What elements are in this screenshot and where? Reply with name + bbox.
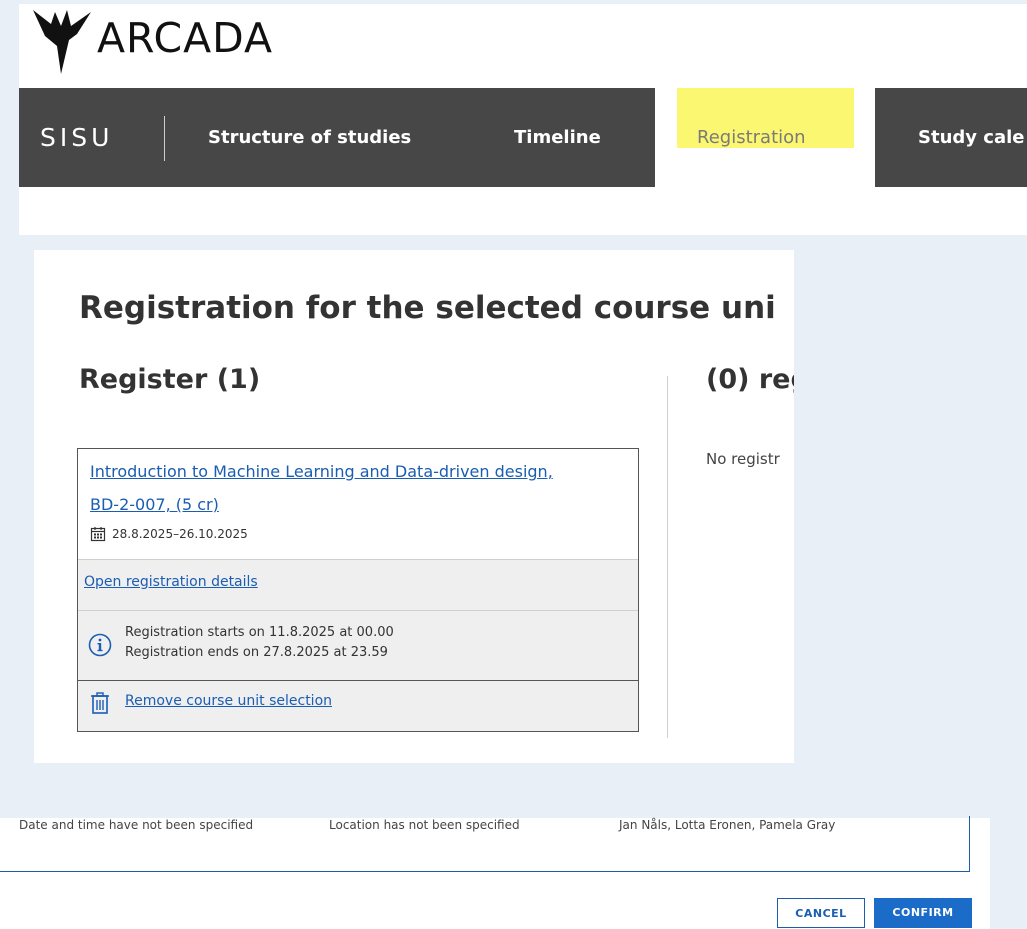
app-name[interactable]: SISU: [40, 88, 113, 187]
registration-details-section: Open registration details: [78, 559, 638, 611]
nav-timeline[interactable]: Timeline: [514, 88, 601, 187]
course-dates: 28.8.2025–26.10.2025: [90, 526, 248, 542]
no-registrations-text: No registr: [706, 450, 780, 468]
trash-icon: [91, 692, 109, 714]
course-dates-text: 28.8.2025–26.10.2025: [112, 527, 248, 541]
nav-registration-label: Registration: [697, 127, 806, 148]
registration-starts-text: Registration starts on 11.8.2025 at 00.0…: [125, 625, 394, 640]
bottom-panel: Date and time have not been specified Lo…: [0, 816, 990, 929]
remove-section: Remove course unit selection: [78, 681, 638, 731]
arcada-bird-icon: [33, 10, 91, 74]
page-title: Registration for the selected course uni: [79, 290, 776, 326]
confirm-button[interactable]: CONFIRM: [874, 898, 972, 928]
open-registration-details-link[interactable]: Open registration details: [84, 574, 258, 590]
course-name-line1: Introduction to Machine Learning and Dat…: [90, 462, 553, 481]
header-panel: ARCADA SISU Structure of studies Timelin…: [19, 4, 1027, 235]
registration-ends-text: Registration ends on 27.8.2025 at 23.59: [125, 645, 388, 660]
location-text: Location has not been specified: [329, 818, 520, 832]
logo-text: ARCADA: [97, 14, 274, 62]
date-time-text: Date and time have not been specified: [19, 818, 254, 832]
calendar-icon: [90, 527, 106, 542]
course-card: Introduction to Machine Learning and Dat…: [77, 448, 639, 732]
arcada-logo[interactable]: ARCADA: [31, 6, 273, 78]
registrations-heading: (0) reg: [706, 364, 794, 395]
registration-period-section: Registration starts on 11.8.2025 at 00.0…: [78, 611, 638, 681]
cancel-button[interactable]: CANCEL: [777, 898, 865, 928]
course-name-link[interactable]: Introduction to Machine Learning and Dat…: [90, 455, 630, 521]
nav-study-calendar[interactable]: Study cale: [918, 88, 1024, 187]
column-divider: [667, 376, 668, 738]
nav-registration-tab[interactable]: Registration: [655, 84, 875, 187]
register-heading: Register (1): [79, 364, 261, 395]
course-name-line2: BD-2-007, (5 cr): [90, 495, 219, 514]
top-navbar: SISU Structure of studies Timeline Regis…: [19, 84, 1027, 187]
course-summary: Introduction to Machine Learning and Dat…: [78, 449, 638, 559]
nav-divider: [164, 116, 165, 161]
info-icon: [88, 633, 112, 657]
registration-panel: Registration for the selected course uni…: [34, 250, 794, 763]
teachers-text: Jan Nåls, Lotta Eronen, Pamela Gray: [619, 818, 836, 832]
remove-course-unit-link[interactable]: Remove course unit selection: [125, 693, 332, 709]
event-details-box: Date and time have not been specified Lo…: [0, 816, 970, 872]
nav-structure-of-studies[interactable]: Structure of studies: [208, 88, 411, 187]
